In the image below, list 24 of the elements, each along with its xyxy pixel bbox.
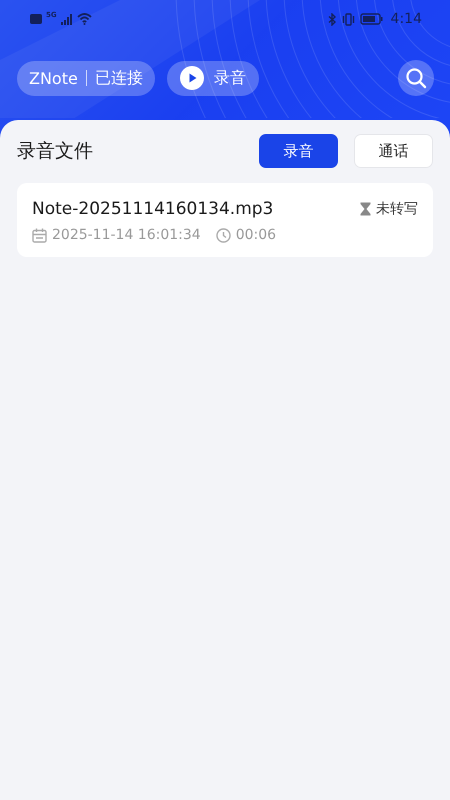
device-status-pill[interactable]: ZNote 已连接 [17, 60, 155, 96]
play-icon [180, 66, 204, 90]
clock-icon [216, 228, 231, 242]
hourglass-icon [360, 202, 371, 216]
search-button[interactable] [398, 60, 434, 96]
signal-icon [60, 14, 73, 24]
transcription-status: 未转写 [376, 200, 418, 218]
record-button[interactable]: 录音 [166, 60, 259, 96]
status-time: 4:14 [390, 11, 422, 27]
connection-status: 已连接 [94, 68, 143, 88]
device-name: ZNote [29, 68, 78, 88]
filter-tab[interactable]: 录音 [259, 134, 338, 168]
calendar-icon [32, 228, 47, 242]
file-date: 2025-11-14 16:01:34 [52, 227, 201, 243]
file-name: Note-20251114160134.mp3 [32, 199, 274, 219]
file-duration: 00:06 [236, 227, 276, 243]
filter-tab[interactable]: 通话 [354, 134, 433, 168]
search-icon [405, 67, 427, 89]
vibrate-icon [340, 12, 356, 26]
wifi-icon [76, 13, 92, 25]
section-title: 录音文件 [17, 139, 94, 164]
file-card[interactable]: Note-20251114160134.mp3 未转写 2025-11-14 16:01:34 00:06 [17, 183, 433, 257]
bluetooth-icon [328, 12, 337, 26]
battery-icon [360, 13, 383, 25]
